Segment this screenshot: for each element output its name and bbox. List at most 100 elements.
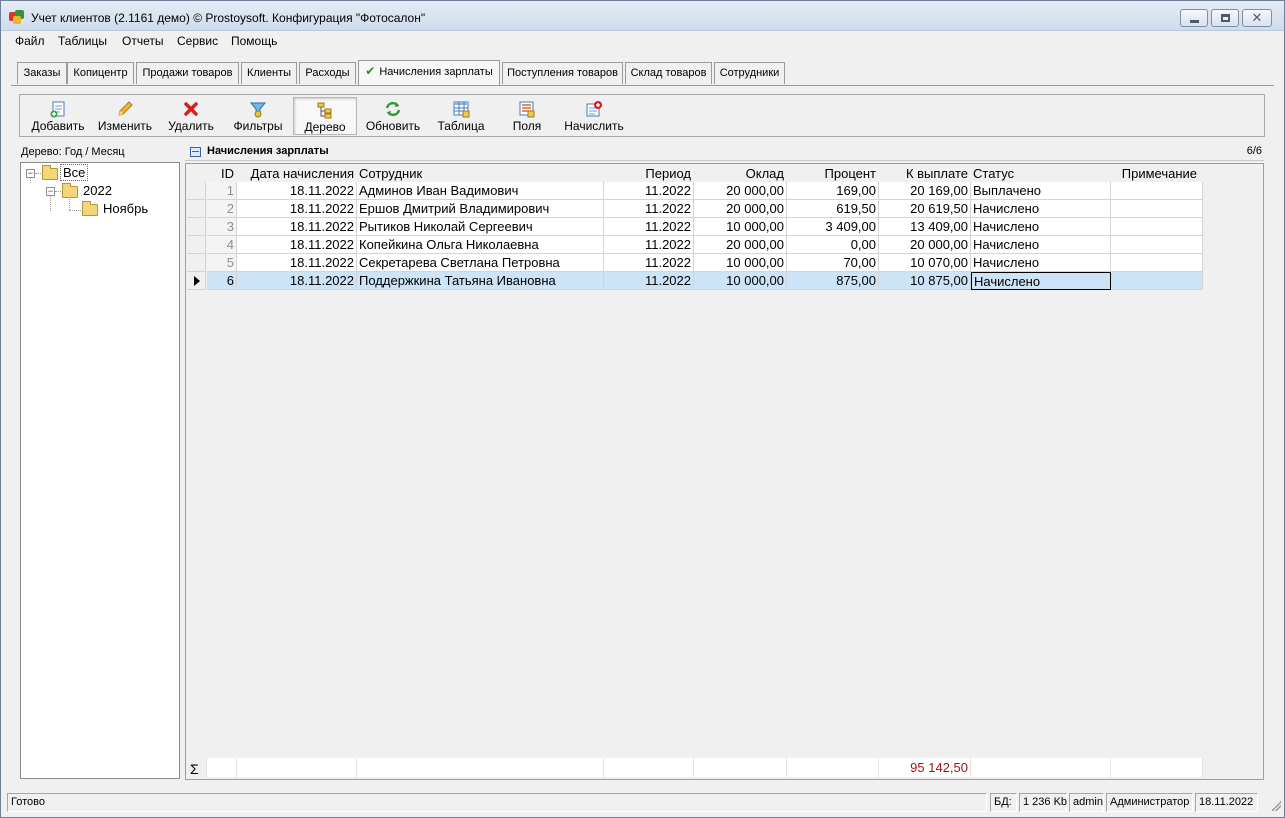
cell-employee[interactable]: Секретарева Светлана Петровна <box>357 254 604 272</box>
cell-note[interactable] <box>1111 272 1203 290</box>
cell-note[interactable] <box>1111 182 1203 200</box>
cell-date[interactable]: 18.11.2022 <box>237 182 357 200</box>
column-header-note[interactable]: Примечание <box>1111 166 1197 183</box>
cell-salary[interactable]: 10 000,00 <box>694 254 787 272</box>
table-row[interactable]: 2 18.11.2022 Ершов Дмитрий Владимирович 11.… <box>187 200 1203 218</box>
cell-id[interactable]: 1 <box>207 182 237 200</box>
cell-salary[interactable]: 20 000,00 <box>694 236 787 254</box>
cell-percent[interactable]: 619,50 <box>787 200 879 218</box>
cell-period[interactable]: 11.2022 <box>604 272 694 290</box>
cell-date[interactable]: 18.11.2022 <box>237 200 357 218</box>
cell-salary[interactable]: 10 000,00 <box>694 272 787 290</box>
table-row[interactable]: 5 18.11.2022 Секретарева Светлана Петровна… <box>187 254 1203 272</box>
column-header-period[interactable]: Период <box>604 166 691 183</box>
cell-employee[interactable]: Админов Иван Вадимович <box>357 182 604 200</box>
filters-button[interactable]: Фильтры <box>225 97 291 135</box>
cell-note[interactable] <box>1111 254 1203 272</box>
tab-clients[interactable]: Клиенты <box>241 62 297 84</box>
cell-status[interactable]: Начислено <box>971 236 1111 254</box>
cell-status[interactable]: Начислено <box>971 218 1111 236</box>
add-button[interactable]: Добавить <box>26 97 90 135</box>
row-indicator[interactable] <box>187 254 206 272</box>
cell-percent[interactable]: 0,00 <box>787 236 879 254</box>
cell-period[interactable]: 11.2022 <box>604 254 694 272</box>
cell-id[interactable]: 3 <box>207 218 237 236</box>
cell-period[interactable]: 11.2022 <box>604 182 694 200</box>
cell-salary[interactable]: 10 000,00 <box>694 218 787 236</box>
table-row[interactable]: 3 18.11.2022 Рытиков Николай Сергеевич 11.2… <box>187 218 1203 236</box>
accrue-button[interactable]: Начислить <box>561 97 627 135</box>
cell-percent[interactable]: 875,00 <box>787 272 879 290</box>
tree-button[interactable]: Дерево <box>293 97 357 135</box>
cell-employee[interactable]: Поддержкина Татьяна Ивановна <box>357 272 604 290</box>
cell-payout[interactable]: 20 619,50 <box>879 200 971 218</box>
tab-copycenter[interactable]: Копицентр <box>67 62 134 84</box>
cell-date[interactable]: 18.11.2022 <box>237 218 357 236</box>
table-row[interactable]: 6 18.11.2022 Поддержкина Татьяна Ивановна 1… <box>187 272 1203 290</box>
cell-period[interactable]: 11.2022 <box>604 236 694 254</box>
tab-product-sales[interactable]: Продажи товаров <box>136 62 239 84</box>
menu-service[interactable]: Сервис <box>177 34 218 48</box>
cell-status[interactable]: Выплачено <box>971 182 1111 200</box>
tab-expenses[interactable]: Расходы <box>299 62 356 84</box>
close-button[interactable]: ✕ <box>1242 9 1272 27</box>
row-indicator[interactable] <box>187 218 206 236</box>
cell-percent[interactable]: 70,00 <box>787 254 879 272</box>
table-row[interactable]: 4 18.11.2022 Копейкина Ольга Николаевна 11.… <box>187 236 1203 254</box>
tab-employees[interactable]: Сотрудники <box>714 62 785 84</box>
cell-employee[interactable]: Ершов Дмитрий Владимирович <box>357 200 604 218</box>
row-indicator[interactable] <box>187 236 206 254</box>
cell-date[interactable]: 18.11.2022 <box>237 236 357 254</box>
refresh-button[interactable]: Обновить <box>359 97 427 135</box>
cell-salary[interactable]: 20 000,00 <box>694 182 787 200</box>
cell-status[interactable]: Начислено <box>971 272 1111 290</box>
tree-node-2022[interactable]: 2022 <box>83 183 112 198</box>
column-header-status[interactable]: Статус <box>973 166 1108 183</box>
cell-period[interactable]: 11.2022 <box>604 200 694 218</box>
maximize-button[interactable] <box>1211 9 1239 27</box>
column-header-date[interactable]: Дата начисления <box>236 166 354 183</box>
menu-file[interactable]: Файл <box>15 34 45 48</box>
tab-salary-accruals[interactable]: ✔ Начисления зарплаты <box>358 60 500 85</box>
resize-grip[interactable] <box>1271 801 1281 811</box>
menu-tables[interactable]: Таблицы <box>58 34 107 48</box>
cell-status[interactable]: Начислено <box>971 254 1111 272</box>
cell-payout[interactable]: 13 409,00 <box>879 218 971 236</box>
tree-expander-all[interactable]: − <box>26 169 35 178</box>
cell-id[interactable]: 6 <box>207 272 237 290</box>
column-header-salary[interactable]: Оклад <box>693 166 784 183</box>
cell-note[interactable] <box>1111 236 1203 254</box>
cell-payout[interactable]: 10 070,00 <box>879 254 971 272</box>
row-indicator[interactable] <box>187 200 206 218</box>
cell-period[interactable]: 11.2022 <box>604 218 694 236</box>
menu-help[interactable]: Помощь <box>231 34 277 48</box>
cell-status[interactable]: Начислено <box>971 200 1111 218</box>
row-indicator[interactable] <box>187 272 206 290</box>
tree-expander-2022[interactable]: − <box>46 187 55 196</box>
cell-note[interactable] <box>1111 200 1203 218</box>
tab-goods-receipts[interactable]: Поступления товаров <box>502 62 623 84</box>
column-header-id[interactable]: ID <box>207 166 234 183</box>
table-button[interactable]: Таблица <box>429 97 493 135</box>
data-grid[interactable]: ID Дата начисления Сотрудник Период Окла… <box>185 163 1264 780</box>
fields-button[interactable]: Поля <box>495 97 559 135</box>
column-header-percent[interactable]: Процент <box>786 166 876 183</box>
tab-warehouse[interactable]: Склад товаров <box>625 62 712 84</box>
minimize-button[interactable] <box>1180 9 1208 27</box>
cell-percent[interactable]: 3 409,00 <box>787 218 879 236</box>
cell-id[interactable]: 2 <box>207 200 237 218</box>
cell-salary[interactable]: 20 000,00 <box>694 200 787 218</box>
delete-button[interactable]: Удалить <box>160 97 222 135</box>
cell-date[interactable]: 18.11.2022 <box>237 272 357 290</box>
cell-employee[interactable]: Рытиков Николай Сергеевич <box>357 218 604 236</box>
cell-note[interactable] <box>1111 218 1203 236</box>
cell-payout[interactable]: 10 875,00 <box>879 272 971 290</box>
cell-id[interactable]: 4 <box>207 236 237 254</box>
tree-node-all[interactable]: Все <box>59 164 89 181</box>
edit-button[interactable]: Изменить <box>92 97 158 135</box>
column-header-employee[interactable]: Сотрудник <box>359 166 599 183</box>
menu-reports[interactable]: Отчеты <box>122 34 163 48</box>
cell-employee[interactable]: Копейкина Ольга Николаевна <box>357 236 604 254</box>
cell-payout[interactable]: 20 169,00 <box>879 182 971 200</box>
cell-date[interactable]: 18.11.2022 <box>237 254 357 272</box>
